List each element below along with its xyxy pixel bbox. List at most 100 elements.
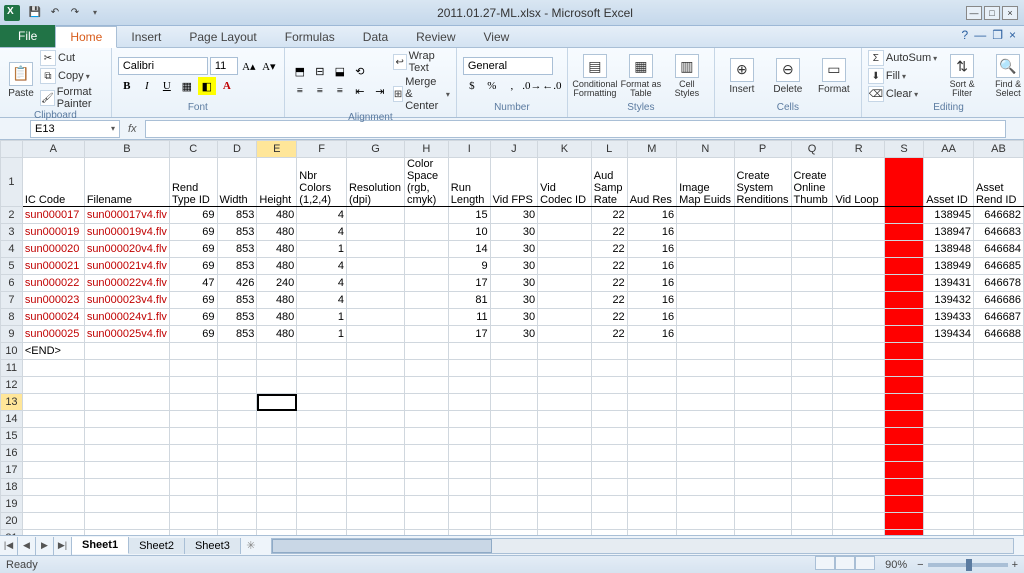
cell[interactable] <box>257 513 297 530</box>
cell[interactable] <box>22 377 84 394</box>
cell[interactable] <box>884 513 923 530</box>
cell[interactable] <box>734 377 791 394</box>
cell[interactable] <box>490 479 537 496</box>
cell[interactable] <box>677 343 734 360</box>
cell[interactable] <box>734 343 791 360</box>
cell[interactable] <box>346 394 404 411</box>
cell[interactable] <box>833 241 884 258</box>
cell[interactable]: sun000021 <box>22 258 84 275</box>
header-cell[interactable]: Vid FPS <box>490 158 537 207</box>
number-format-select[interactable] <box>463 57 553 75</box>
decrease-font-icon[interactable]: A▾ <box>260 57 278 75</box>
cell[interactable] <box>22 360 84 377</box>
header-cell[interactable]: Filename <box>84 158 169 207</box>
cell[interactable] <box>448 377 490 394</box>
header-cell[interactable]: Resolution (dpi) <box>346 158 404 207</box>
cell[interactable] <box>84 496 169 513</box>
cell[interactable] <box>791 326 833 343</box>
cell[interactable] <box>257 343 297 360</box>
cell[interactable] <box>734 241 791 258</box>
header-cell[interactable]: IC Code <box>22 158 84 207</box>
cell[interactable] <box>791 377 833 394</box>
insert-tab[interactable]: Insert <box>117 27 175 47</box>
cell[interactable] <box>627 513 676 530</box>
cell[interactable] <box>791 258 833 275</box>
cell[interactable] <box>538 343 592 360</box>
row-header-6[interactable]: 6 <box>1 275 23 292</box>
cell[interactable]: 4 <box>297 258 347 275</box>
increase-font-icon[interactable]: A▴ <box>240 57 258 75</box>
cell[interactable]: 69 <box>169 224 217 241</box>
cell[interactable] <box>538 360 592 377</box>
col-header-C[interactable]: C <box>169 141 217 158</box>
cell[interactable] <box>538 241 592 258</box>
cell[interactable] <box>884 241 923 258</box>
decrease-decimal-icon[interactable]: ←.0 <box>543 77 561 95</box>
cell[interactable] <box>833 462 884 479</box>
cell[interactable]: 480 <box>257 258 297 275</box>
cell[interactable] <box>538 479 592 496</box>
cell[interactable] <box>404 513 448 530</box>
copy-button[interactable]: ⧉Copy▾ <box>40 68 105 84</box>
cell[interactable]: 853 <box>217 326 257 343</box>
sort-filter-button[interactable]: ⇅Sort & Filter <box>941 54 983 98</box>
cell[interactable] <box>884 275 923 292</box>
row-header-13[interactable]: 13 <box>1 394 23 411</box>
cell[interactable]: 22 <box>591 258 627 275</box>
cell[interactable] <box>734 326 791 343</box>
cell[interactable] <box>217 496 257 513</box>
row-header-15[interactable]: 15 <box>1 428 23 445</box>
cell[interactable] <box>734 411 791 428</box>
cell[interactable] <box>22 479 84 496</box>
cell[interactable] <box>734 292 791 309</box>
cell[interactable] <box>217 462 257 479</box>
cell[interactable] <box>84 445 169 462</box>
cell[interactable] <box>833 496 884 513</box>
cell[interactable] <box>404 292 448 309</box>
close-workbook-icon[interactable]: × <box>1009 28 1016 42</box>
cell[interactable]: sun000022v4.flv <box>84 275 169 292</box>
cell-styles-button[interactable]: ▥Cell Styles <box>666 54 708 98</box>
cell[interactable] <box>734 207 791 224</box>
bold-button[interactable]: B <box>118 77 136 95</box>
find-select-button[interactable]: 🔍Find & Select <box>987 54 1024 98</box>
cell[interactable] <box>791 224 833 241</box>
header-cell[interactable]: Width <box>217 158 257 207</box>
align-middle-icon[interactable]: ⊟ <box>311 62 329 80</box>
sheet-nav-prev-icon[interactable]: ◀ <box>18 537 36 555</box>
cell[interactable] <box>346 224 404 241</box>
cell[interactable]: 30 <box>490 207 537 224</box>
cell[interactable]: 139432 <box>924 292 974 309</box>
header-cell[interactable]: Nbr Colors (1,2,4) <box>297 158 347 207</box>
cell[interactable] <box>627 462 676 479</box>
cell[interactable] <box>677 479 734 496</box>
cell[interactable]: 81 <box>448 292 490 309</box>
cell[interactable] <box>448 479 490 496</box>
cell[interactable] <box>490 496 537 513</box>
cell[interactable] <box>297 377 347 394</box>
merge-center-button[interactable]: ⊞Merge & Center▾ <box>393 76 450 112</box>
cell[interactable] <box>591 360 627 377</box>
cell[interactable] <box>404 241 448 258</box>
cell[interactable] <box>538 309 592 326</box>
cell[interactable] <box>924 411 974 428</box>
cell[interactable] <box>591 496 627 513</box>
cell[interactable] <box>404 207 448 224</box>
cell[interactable] <box>490 462 537 479</box>
wrap-text-button[interactable]: ↩Wrap Text <box>393 50 450 74</box>
header-cell[interactable]: Vid Loop <box>833 158 884 207</box>
col-header-AB[interactable]: AB <box>974 141 1024 158</box>
cell[interactable] <box>791 275 833 292</box>
cell[interactable] <box>297 496 347 513</box>
cell[interactable] <box>22 462 84 479</box>
border-button[interactable]: ▦ <box>178 77 196 95</box>
cell[interactable]: 22 <box>591 292 627 309</box>
cell[interactable]: 1 <box>297 326 347 343</box>
cell[interactable]: sun000017v4.flv <box>84 207 169 224</box>
row-header-16[interactable]: 16 <box>1 445 23 462</box>
cell[interactable] <box>974 445 1024 462</box>
cell[interactable] <box>84 394 169 411</box>
col-header-Q[interactable]: Q <box>791 141 833 158</box>
cell[interactable] <box>884 343 923 360</box>
cell[interactable] <box>734 224 791 241</box>
